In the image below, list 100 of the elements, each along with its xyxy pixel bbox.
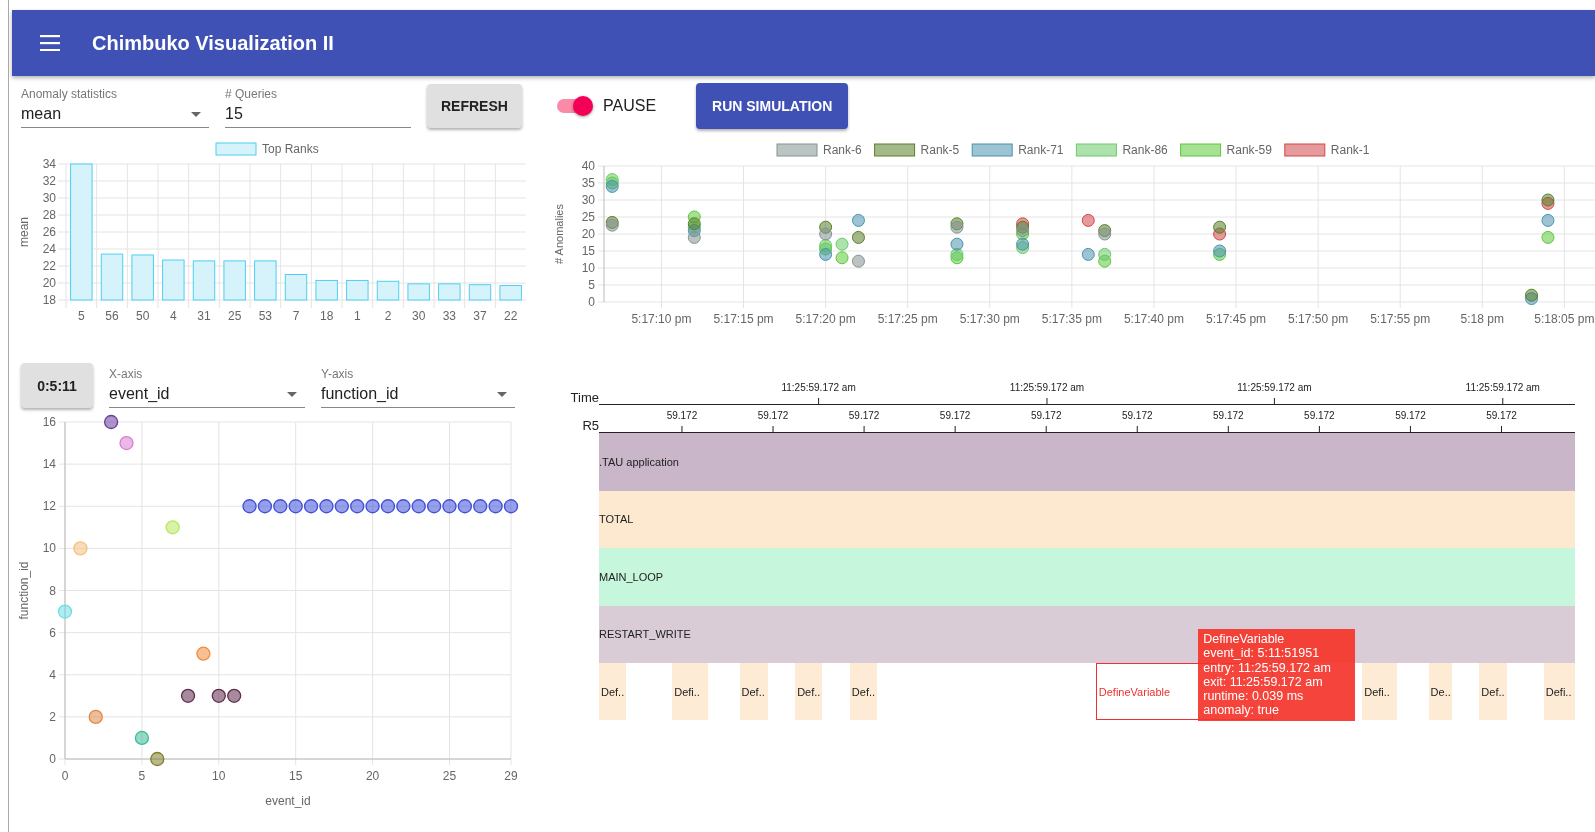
event-block[interactable]: De.. (1428, 663, 1452, 720)
legend-label: Rank-5 (920, 143, 960, 157)
y-tick-label: 34 (42, 157, 56, 171)
x-tick-label: 18 (320, 309, 334, 323)
switch-label: PAUSE (603, 97, 657, 115)
x-tick-label: 5 (78, 309, 85, 323)
x-tick-label: 4 (170, 309, 177, 323)
x-tick-label: 22 (504, 309, 518, 323)
bar (223, 260, 246, 301)
menu-icon[interactable] (40, 35, 62, 51)
x-tick-label: 20 (365, 769, 380, 783)
tooltip-line: DefineVariable (1203, 632, 1286, 647)
y-tick-label: 2 (49, 709, 56, 724)
event-block[interactable]: Def.. (599, 663, 627, 720)
y-axis-title: mean (17, 217, 31, 247)
legend-label: Rank-59 (1226, 143, 1272, 157)
y-tick-label: 4 (49, 667, 56, 682)
y-tick-label: 12 (42, 499, 56, 514)
event-block[interactable]: Def.. (1479, 663, 1507, 720)
data-point (196, 646, 211, 661)
legend-label: Rank-1 (1330, 143, 1370, 157)
x-tick-label: 5:17:45 pm (1206, 312, 1267, 326)
data-point (73, 541, 88, 556)
data-point (851, 213, 865, 227)
legend-label: Rank-6 (823, 143, 862, 157)
x-tick-label: 5:17:10 pm (631, 312, 692, 326)
data-point (334, 499, 349, 514)
data-point (119, 435, 134, 451)
queries-field[interactable]: # Queries 15 (225, 87, 411, 128)
data-point (687, 230, 701, 244)
run-simulation-button[interactable]: RUN SIMULATION (696, 83, 849, 129)
x-tick-label: 5:17:25 pm (877, 312, 938, 326)
dropdown-caret-icon (191, 112, 201, 117)
data-point (835, 237, 849, 251)
x-tick-label: 1 (354, 309, 361, 323)
y-axis-title: function_id (17, 561, 31, 620)
y-tick-label: 26 (42, 225, 56, 239)
axis-tick-label: 59.172 (1030, 410, 1062, 421)
event-block[interactable]: Def.. (849, 663, 878, 720)
data-point (150, 751, 165, 767)
axis-tick-label: 59.172 (1304, 410, 1335, 421)
x-tick-label: 0 (61, 769, 69, 783)
lane-label: RESTART_WRITE (599, 628, 691, 641)
bar (407, 283, 430, 301)
axis-tick-label: 11:25:59.172 am (1237, 382, 1312, 393)
select-field[interactable]: Y-axis function_id (321, 367, 515, 408)
data-point (104, 414, 119, 430)
data-point (165, 520, 180, 535)
x-tick-label: 30 (412, 309, 426, 323)
y-tick-label: 25 (581, 210, 595, 224)
x-tick-label: 31 (197, 309, 211, 323)
time-button[interactable]: 0:5:11 (21, 363, 93, 408)
y-tick-label: 28 (42, 208, 56, 222)
x-tick-label: 29 (504, 769, 518, 783)
x-tick-label: 5:17:15 pm (713, 312, 774, 326)
axis-tick-label: 59.172 (1395, 410, 1426, 421)
event-block[interactable]: Defi.. (672, 663, 709, 720)
axis-tick-label: 59.172 (757, 410, 789, 421)
data-point (851, 230, 865, 244)
bar (438, 283, 461, 301)
data-point (835, 251, 849, 265)
x-tick-label: 5:17:30 pm (959, 312, 1020, 326)
x-tick-label: 5:17:40 pm (1123, 312, 1184, 326)
event-block[interactable]: Defi.. (1543, 663, 1575, 720)
data-point (288, 499, 303, 514)
x-tick-label: 5:17:50 pm (1288, 312, 1349, 326)
y-tick-label: 10 (581, 261, 595, 275)
y-tick-label: 35 (581, 176, 595, 190)
data-point (819, 227, 833, 241)
select-field[interactable]: X-axis event_id (109, 367, 305, 408)
axis-label: Time (569, 390, 599, 405)
event-block[interactable]: Defi.. (1362, 663, 1398, 720)
axis-tick-label: 11:25:59.172 am (1465, 382, 1540, 393)
data-point (457, 499, 472, 514)
y-tick-label: 32 (42, 174, 56, 188)
y-tick-label: 22 (42, 259, 56, 273)
x-tick-label: 33 (442, 309, 456, 323)
dropdown-caret-icon (497, 392, 507, 397)
data-point (1541, 213, 1555, 227)
lane-label: TOTAL (599, 513, 634, 526)
pause-switch[interactable] (557, 99, 591, 113)
data-point (1213, 220, 1227, 234)
bar (468, 284, 492, 301)
y-tick-label: 0 (49, 752, 56, 766)
bar (162, 259, 185, 301)
data-point (488, 499, 503, 514)
axis-tick-label: 59.172 (1213, 410, 1244, 421)
y-tick-label: 6 (49, 625, 56, 640)
lane-label: MAIN_LOOP (599, 570, 664, 583)
data-point (1081, 247, 1095, 261)
select-field[interactable]: Anomaly statistics mean (21, 87, 209, 128)
data-point (303, 499, 319, 514)
event-block[interactable]: Def.. (795, 663, 823, 720)
refresh-button[interactable]: REFRESH (427, 84, 522, 128)
bar (499, 285, 522, 301)
axis-tick-label: 59.172 (666, 410, 698, 421)
event-block[interactable]: Def.. (739, 663, 768, 720)
x-tick-label: 5:18:05 pm (1534, 312, 1595, 326)
x-tick-label: 50 (136, 309, 150, 323)
data-point (473, 499, 488, 514)
